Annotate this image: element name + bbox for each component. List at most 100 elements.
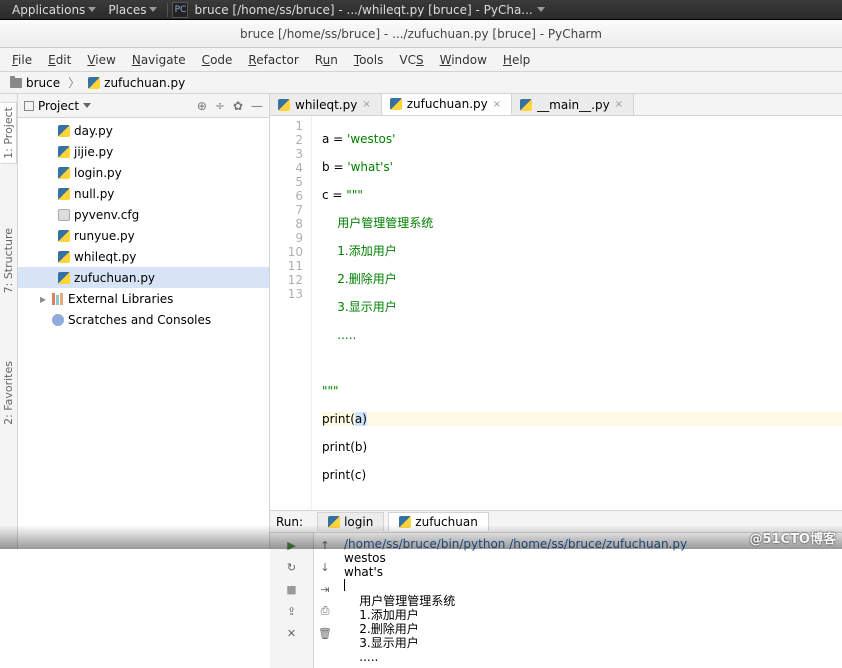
editor-tab[interactable]: whileqt.py × bbox=[270, 94, 382, 115]
line-number[interactable]: 4 bbox=[270, 160, 303, 174]
console-line: 2.删除用户 bbox=[344, 622, 834, 636]
tree-item-label: day.py bbox=[74, 124, 113, 138]
project-header: Project ⊕ ÷ ✿ — bbox=[18, 94, 269, 118]
tree-item-label: Scratches and Consoles bbox=[68, 313, 211, 327]
line-number[interactable]: 8 bbox=[270, 216, 303, 230]
editor-body[interactable]: 12345678910111213 a = 'westos' b = 'what… bbox=[270, 116, 842, 510]
menu-view[interactable]: View bbox=[79, 50, 123, 70]
project-title[interactable]: Project bbox=[24, 99, 193, 113]
console-output[interactable]: /home/ss/bruce/bin/python /home/ss/bruce… bbox=[336, 533, 842, 668]
line-number[interactable]: 12 bbox=[270, 272, 303, 286]
tree-item-label: jijie.py bbox=[74, 145, 113, 159]
line-number[interactable]: 2 bbox=[270, 132, 303, 146]
tab-label: whileqt.py bbox=[295, 98, 357, 112]
chevron-right-icon: 〉 bbox=[68, 74, 80, 91]
tree-external-libraries[interactable]: ▸External Libraries bbox=[18, 288, 269, 309]
vtab-project[interactable]: 1: Project bbox=[0, 102, 17, 164]
editor-tabs: whileqt.py×zufuchuan.py×__main__.py× bbox=[270, 94, 842, 116]
line-gutter[interactable]: 12345678910111213 bbox=[270, 116, 312, 510]
stop-icon[interactable]: ■ bbox=[284, 581, 300, 597]
tree-scratches[interactable]: Scratches and Consoles bbox=[18, 309, 269, 330]
tree-item[interactable]: zufuchuan.py bbox=[18, 267, 269, 288]
close-tab-icon[interactable]: × bbox=[615, 99, 623, 110]
tab-label: __main__.py bbox=[537, 98, 610, 112]
watermark: @51CTO博客 bbox=[749, 528, 836, 547]
trash-icon[interactable]: 🗑 bbox=[317, 625, 333, 641]
menu-bar: File Edit View Navigate Code Refactor Ru… bbox=[0, 48, 842, 72]
code-area[interactable]: a = 'westos' b = 'what's' c = """ 用户管理管理… bbox=[312, 116, 842, 510]
line-number[interactable]: 7 bbox=[270, 202, 303, 216]
tree-item[interactable]: whileqt.py bbox=[18, 246, 269, 267]
down-icon[interactable]: ↓ bbox=[317, 559, 333, 575]
wrap-icon[interactable]: ⇥ bbox=[317, 581, 333, 597]
rerun-failed-icon[interactable]: ↻ bbox=[284, 559, 300, 575]
line-number[interactable]: 9 bbox=[270, 230, 303, 244]
close-run-icon[interactable]: ✕ bbox=[284, 625, 300, 641]
close-tab-icon[interactable]: × bbox=[362, 99, 370, 110]
line-number[interactable]: 3 bbox=[270, 146, 303, 160]
libraries-icon bbox=[52, 293, 64, 305]
tree-item[interactable]: pyvenv.cfg bbox=[18, 204, 269, 225]
breadcrumb-root[interactable]: bruce bbox=[6, 75, 64, 91]
menu-edit[interactable]: Edit bbox=[40, 50, 79, 70]
tree-item[interactable]: jijie.py bbox=[18, 141, 269, 162]
folder-icon bbox=[10, 78, 22, 88]
tree-item[interactable]: null.py bbox=[18, 183, 269, 204]
tree-item[interactable]: login.py bbox=[18, 162, 269, 183]
run-tool-column-1: ▶ ↻ ■ ⇪ ✕ bbox=[270, 533, 314, 668]
tree-item[interactable]: day.py bbox=[18, 120, 269, 141]
line-number[interactable]: 13 bbox=[270, 286, 303, 300]
python-file-icon bbox=[58, 272, 70, 284]
menu-tools[interactable]: Tools bbox=[346, 50, 392, 70]
taskbar-window-title[interactable]: bruce [/home/ss/bruce] - .../whileqt.py … bbox=[194, 3, 532, 17]
menu-window[interactable]: Window bbox=[432, 50, 495, 70]
menu-file[interactable]: File bbox=[4, 50, 40, 70]
pin-icon[interactable]: ⇪ bbox=[284, 603, 300, 619]
vtab-structure[interactable]: 7: Structure bbox=[1, 224, 16, 297]
line-number[interactable]: 6 bbox=[270, 188, 303, 202]
print-icon[interactable]: ⎙ bbox=[317, 603, 333, 619]
vtab-favorites[interactable]: 2: Favorites bbox=[1, 357, 16, 429]
menu-help[interactable]: Help bbox=[495, 50, 538, 70]
python-file-icon bbox=[58, 251, 70, 263]
sys-places-menu[interactable]: Places bbox=[102, 3, 163, 17]
locate-icon[interactable]: ⊕ bbox=[197, 99, 207, 113]
hide-panel-icon[interactable]: — bbox=[251, 99, 263, 113]
left-tool-tabs: 1: Project 7: Structure 2: Favorites bbox=[0, 94, 18, 549]
tree-item-label: zufuchuan.py bbox=[74, 271, 155, 285]
python-file-icon bbox=[88, 77, 100, 89]
line-number[interactable]: 11 bbox=[270, 258, 303, 272]
line-number[interactable]: 10 bbox=[270, 244, 303, 258]
project-icon bbox=[24, 101, 34, 111]
main-area: 1: Project 7: Structure 2: Favorites Pro… bbox=[0, 94, 842, 549]
python-file-icon bbox=[58, 125, 70, 137]
settings-gear-icon[interactable]: ✿ bbox=[233, 99, 243, 113]
chevron-down-icon bbox=[88, 7, 96, 12]
editor-area: whileqt.py×zufuchuan.py×__main__.py× 123… bbox=[270, 94, 842, 549]
menu-vcs[interactable]: VCS bbox=[391, 50, 431, 70]
tree-item[interactable]: runyue.py bbox=[18, 225, 269, 246]
console-line: what's bbox=[344, 565, 834, 579]
project-tree[interactable]: day.py jijie.py login.pynull.pypyvenv.cfgr… bbox=[18, 118, 269, 549]
menu-navigate[interactable]: Navigate bbox=[124, 50, 194, 70]
menu-refactor[interactable]: Refactor bbox=[240, 50, 306, 70]
pycharm-taskbar-icon[interactable]: PC bbox=[172, 2, 188, 18]
tree-item-label: whileqt.py bbox=[74, 250, 136, 264]
line-number[interactable]: 1 bbox=[270, 118, 303, 132]
editor-tab[interactable]: __main__.py × bbox=[512, 94, 634, 115]
system-bar: Applications Places PC bruce [/home/ss/b… bbox=[0, 0, 842, 20]
line-number[interactable]: 5 bbox=[270, 174, 303, 188]
sys-applications-menu[interactable]: Applications bbox=[6, 3, 102, 17]
menu-run[interactable]: Run bbox=[307, 50, 346, 70]
window-title: bruce [/home/ss/bruce] - .../zufuchuan.p… bbox=[240, 27, 602, 41]
breadcrumb-file[interactable]: zufuchuan.py bbox=[84, 75, 189, 91]
python-file-icon bbox=[520, 99, 532, 111]
menu-code[interactable]: Code bbox=[194, 50, 241, 70]
editor-tab[interactable]: zufuchuan.py× bbox=[382, 94, 512, 115]
chevron-down-icon bbox=[83, 103, 91, 108]
breadcrumb: bruce 〉 zufuchuan.py bbox=[0, 72, 842, 94]
python-file-icon bbox=[58, 167, 70, 179]
close-tab-icon[interactable]: × bbox=[493, 99, 501, 110]
run-tool-column-2: ↑ ↓ ⇥ ⎙ 🗑 bbox=[314, 533, 336, 668]
collapse-icon[interactable]: ÷ bbox=[215, 99, 225, 113]
